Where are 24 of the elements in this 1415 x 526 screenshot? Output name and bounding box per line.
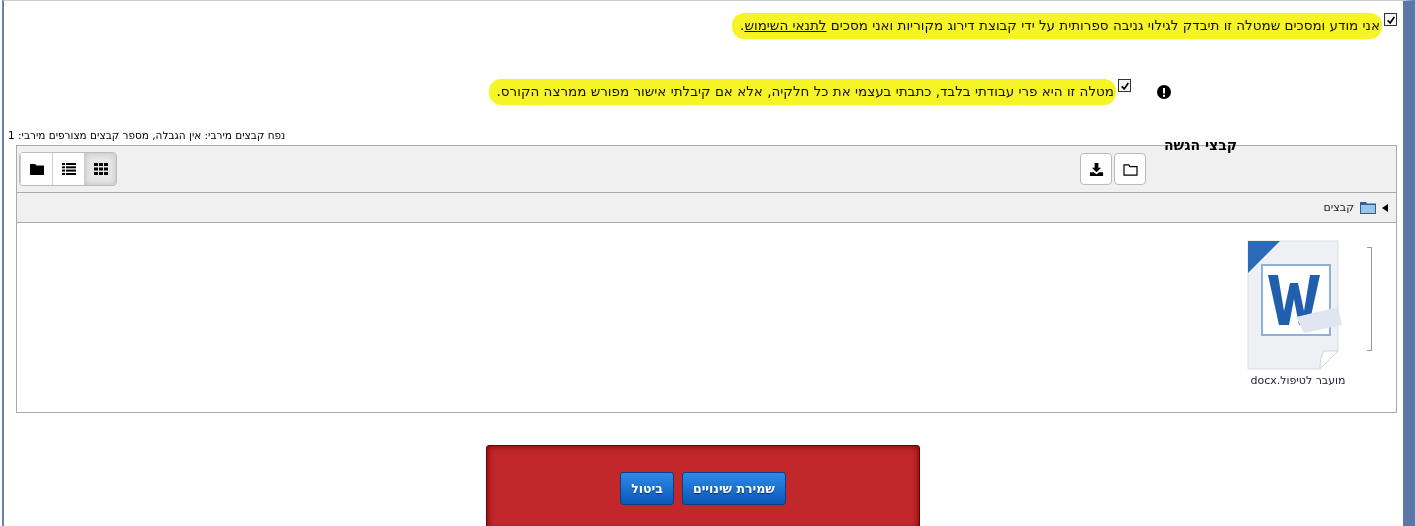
breadcrumb-link[interactable]: קבצים: [1323, 201, 1354, 214]
folder-view-button[interactable]: [20, 153, 52, 185]
grid-icon: [93, 163, 108, 175]
folder-icon: [1122, 162, 1138, 176]
download-button[interactable]: [1080, 153, 1112, 185]
terms-link[interactable]: לתנאי השימוש: [744, 17, 827, 33]
list-view-button[interactable]: [52, 153, 84, 185]
triangle-icon: [1382, 203, 1388, 212]
download-icon: [1088, 161, 1104, 177]
folder-icon: [29, 163, 44, 175]
add-folder-button[interactable]: [1114, 153, 1146, 185]
folder-icon: [1360, 201, 1376, 214]
file-name[interactable]: מועבר לטיפול.docx: [1250, 374, 1346, 387]
form-button[interactable]: שמירת שינויים: [681, 471, 786, 505]
selection-bracket-icon: [1367, 247, 1372, 351]
form-button[interactable]: ביטול: [620, 471, 674, 505]
field-label: קבצי הגשה: [1163, 137, 1237, 153]
file-limits-text: נפח קבצים מירבי: אין הגבלה, מספר קבצים מצורפים מירבי: 1: [8, 129, 286, 143]
agreement-text: אני מודע ומסכים שמטלה זו תיבדק לגילוי גניבה ספרותית על ידי קבוצת דירוג מקוריות ואני מסכים לתנאי השימוש.: [732, 13, 1382, 39]
checkbox[interactable]: [1384, 13, 1397, 26]
list-icon: [61, 163, 76, 175]
grid-view-button[interactable]: [84, 153, 116, 185]
agreement-text: מטלה זו היא פרי עבודתי בלבד, כתבתי בעצמי את כל חלקיה, אלא אם קיבלתי אישור מפורש ממרצה הקורס.: [488, 79, 1116, 105]
checkbox[interactable]: [1118, 79, 1131, 92]
